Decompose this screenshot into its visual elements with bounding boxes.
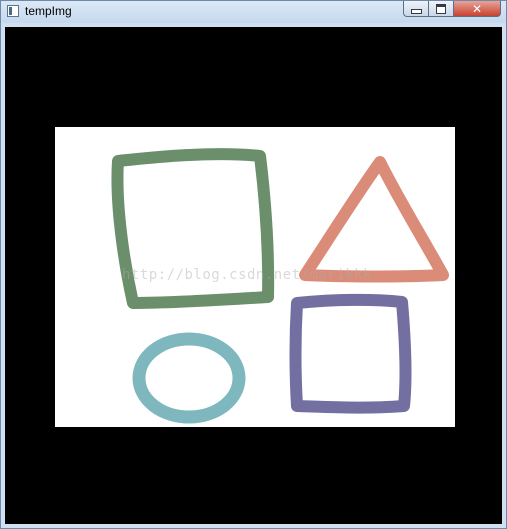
minimize-icon — [410, 9, 422, 14]
maximize-icon — [436, 3, 446, 14]
image-viewport: http://blog.csdn.net/marikkk — [5, 27, 502, 524]
teal-ellipse-shape — [132, 332, 246, 424]
watermark-text: http://blog.csdn.net/marikkk — [122, 267, 373, 283]
close-button[interactable]: ✕ — [454, 1, 501, 17]
title-bar[interactable]: tempImg ✕ — [1, 1, 506, 23]
app-window: tempImg ✕ http://blog.csdn.net/marikkk — [0, 0, 507, 529]
app-window-icon[interactable] — [7, 5, 19, 17]
close-icon: ✕ — [471, 1, 483, 16]
window-title: tempImg — [25, 4, 72, 18]
salmon-triangle-shape — [299, 156, 449, 283]
purple-square-shape — [289, 293, 412, 414]
maximize-button[interactable] — [429, 1, 454, 17]
minimize-button[interactable] — [403, 1, 429, 17]
displayed-image: http://blog.csdn.net/marikkk — [55, 127, 455, 427]
